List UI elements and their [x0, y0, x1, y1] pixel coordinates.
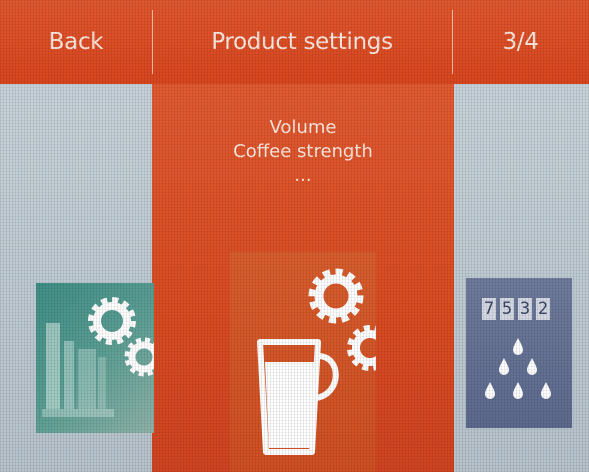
description-line-volume: Volume: [269, 117, 337, 138]
back-button[interactable]: Back: [0, 0, 152, 84]
cup-with-gears-icon[interactable]: [230, 252, 376, 472]
selected-description: Volume Coffee strength ...: [152, 116, 454, 188]
page-title: Product settings: [211, 29, 393, 55]
description-line-more: ...: [294, 165, 312, 186]
machine-with-gears-icon[interactable]: [36, 283, 154, 433]
touch-screen: Back Product settings 3/4 Volume Coffee …: [0, 0, 589, 472]
description-line-coffee-strength: Coffee strength: [233, 141, 373, 162]
counter-with-drops-icon[interactable]: 7 5 3 2: [466, 278, 572, 428]
header-bar: Back Product settings 3/4: [0, 0, 589, 84]
page-indicator: 3/4: [502, 29, 539, 55]
